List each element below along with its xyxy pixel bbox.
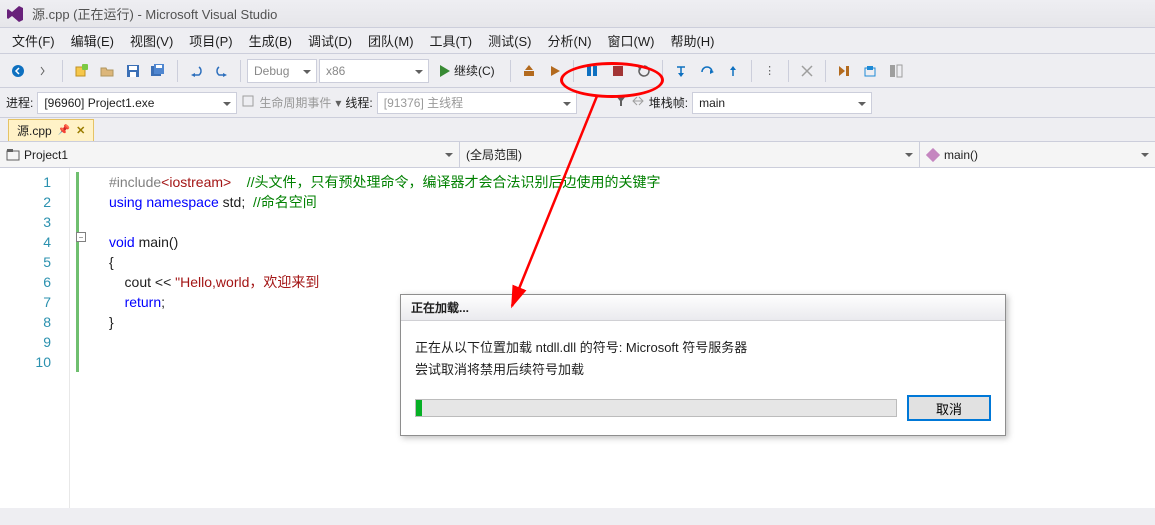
new-project-button[interactable]	[69, 59, 93, 83]
menu-bar: 文件(F) 编辑(E) 视图(V) 项目(P) 生成(B) 调试(D) 团队(M…	[0, 28, 1155, 54]
scope-combo[interactable]: (全局范围)	[460, 142, 920, 167]
line-gutter: 12345678910	[0, 168, 70, 508]
separator	[825, 60, 826, 82]
pin-icon[interactable]: 📌	[58, 125, 70, 136]
save-all-button[interactable]	[147, 59, 171, 83]
stackframe-label: 堆栈帧:	[649, 94, 688, 111]
nav-back-button[interactable]	[6, 59, 30, 83]
close-icon[interactable]: ✕	[76, 124, 85, 137]
continue-label: 继续(C)	[454, 62, 495, 79]
restart-button[interactable]	[632, 59, 656, 83]
thread-label: 线程:	[345, 94, 372, 111]
pause-button[interactable]	[580, 59, 604, 83]
separator	[510, 60, 511, 82]
member-name: main()	[944, 148, 978, 162]
debug-step-button-1[interactable]	[517, 59, 541, 83]
toolbar-btn-e[interactable]	[884, 59, 908, 83]
separator	[240, 60, 241, 82]
project-name: Project1	[24, 148, 68, 162]
tab-source-cpp[interactable]: 源.cpp 📌 ✕	[8, 119, 94, 141]
progress-bar	[415, 399, 897, 417]
play-icon	[440, 65, 450, 77]
toolbar-btn-c[interactable]	[832, 59, 856, 83]
vs-logo-icon	[6, 5, 24, 23]
separator	[662, 60, 663, 82]
debug-toolbar: 进程: [96960] Project1.exe 生命周期事件 ▾ 线程: [9…	[0, 88, 1155, 118]
collapse-icon[interactable]: −	[76, 232, 86, 242]
menu-build[interactable]: 生成(B)	[241, 28, 300, 53]
redo-button[interactable]	[210, 59, 234, 83]
menu-project[interactable]: 项目(P)	[181, 28, 240, 53]
thread-combo[interactable]: [91376] 主线程	[377, 92, 577, 114]
lifecycle-button[interactable]	[241, 94, 255, 111]
menu-edit[interactable]: 编辑(E)	[63, 28, 122, 53]
toolbar-btn-d[interactable]	[858, 59, 882, 83]
scope-name: (全局范围)	[466, 146, 522, 163]
continue-button[interactable]: 继续(C)	[431, 58, 504, 84]
tab-label: 源.cpp	[17, 122, 52, 139]
menu-debug[interactable]: 调试(D)	[300, 28, 360, 53]
stackframe-combo[interactable]: main	[692, 92, 872, 114]
cancel-button[interactable]: 取消	[907, 395, 991, 421]
project-combo[interactable]: Project1	[0, 142, 460, 167]
nav-fwd-button[interactable]	[32, 59, 56, 83]
separator	[751, 60, 752, 82]
dialog-message: 正在从以下位置加载 ntdll.dll 的符号: Microsoft 符号服务器…	[415, 337, 991, 381]
toggle-button[interactable]	[631, 95, 645, 110]
open-button[interactable]	[95, 59, 119, 83]
document-tabs: 源.cpp 📌 ✕	[0, 118, 1155, 142]
step-out-button[interactable]	[721, 59, 745, 83]
separator	[177, 60, 178, 82]
menu-window[interactable]: 窗口(W)	[600, 28, 663, 53]
menu-file[interactable]: 文件(F)	[4, 28, 63, 53]
main-toolbar: Debug x86 继续(C) ⋮	[0, 54, 1155, 88]
title-bar: 源.cpp (正在运行) - Microsoft Visual Studio	[0, 0, 1155, 28]
step-over-button[interactable]	[695, 59, 719, 83]
undo-button[interactable]	[184, 59, 208, 83]
process-value: [96960] Project1.exe	[44, 96, 154, 110]
filter-button[interactable]	[615, 95, 627, 110]
loading-dialog: 正在加载... 正在从以下位置加载 ntdll.dll 的符号: Microso…	[400, 294, 1006, 436]
code-nav-bar: Project1 (全局范围) main()	[0, 142, 1155, 168]
window-title: 源.cpp (正在运行) - Microsoft Visual Studio	[32, 4, 277, 23]
config-combo[interactable]: Debug	[247, 59, 317, 83]
menu-team[interactable]: 团队(M)	[360, 28, 422, 53]
thread-value: [91376] 主线程	[384, 94, 463, 111]
step-into-button[interactable]	[669, 59, 693, 83]
dialog-title: 正在加载...	[401, 295, 1005, 321]
process-label: 进程:	[6, 94, 33, 111]
menu-test[interactable]: 测试(S)	[480, 28, 539, 53]
menu-help[interactable]: 帮助(H)	[662, 28, 722, 53]
separator	[62, 60, 63, 82]
stop-button[interactable]	[606, 59, 630, 83]
dialog-msg-line1: 正在从以下位置加载 ntdll.dll 的符号: Microsoft 符号服务器	[415, 337, 991, 359]
process-combo[interactable]: [96960] Project1.exe	[37, 92, 237, 114]
member-combo[interactable]: main()	[920, 142, 1155, 167]
menu-tools[interactable]: 工具(T)	[422, 28, 481, 53]
platform-combo[interactable]: x86	[319, 59, 429, 83]
menu-view[interactable]: 视图(V)	[122, 28, 181, 53]
debug-step-button-2[interactable]	[543, 59, 567, 83]
stackframe-value: main	[699, 96, 725, 110]
separator	[788, 60, 789, 82]
project-icon	[6, 148, 20, 162]
separator	[573, 60, 574, 82]
progress-fill	[416, 400, 422, 416]
dialog-msg-line2: 尝试取消将禁用后续符号加载	[415, 359, 991, 381]
method-icon	[926, 148, 940, 162]
menu-analyze[interactable]: 分析(N)	[539, 28, 599, 53]
lifecycle-label: 生命周期事件	[259, 94, 331, 111]
save-button[interactable]	[121, 59, 145, 83]
toolbar-btn-b[interactable]	[795, 59, 819, 83]
toolbar-btn-a[interactable]: ⋮	[758, 59, 782, 83]
